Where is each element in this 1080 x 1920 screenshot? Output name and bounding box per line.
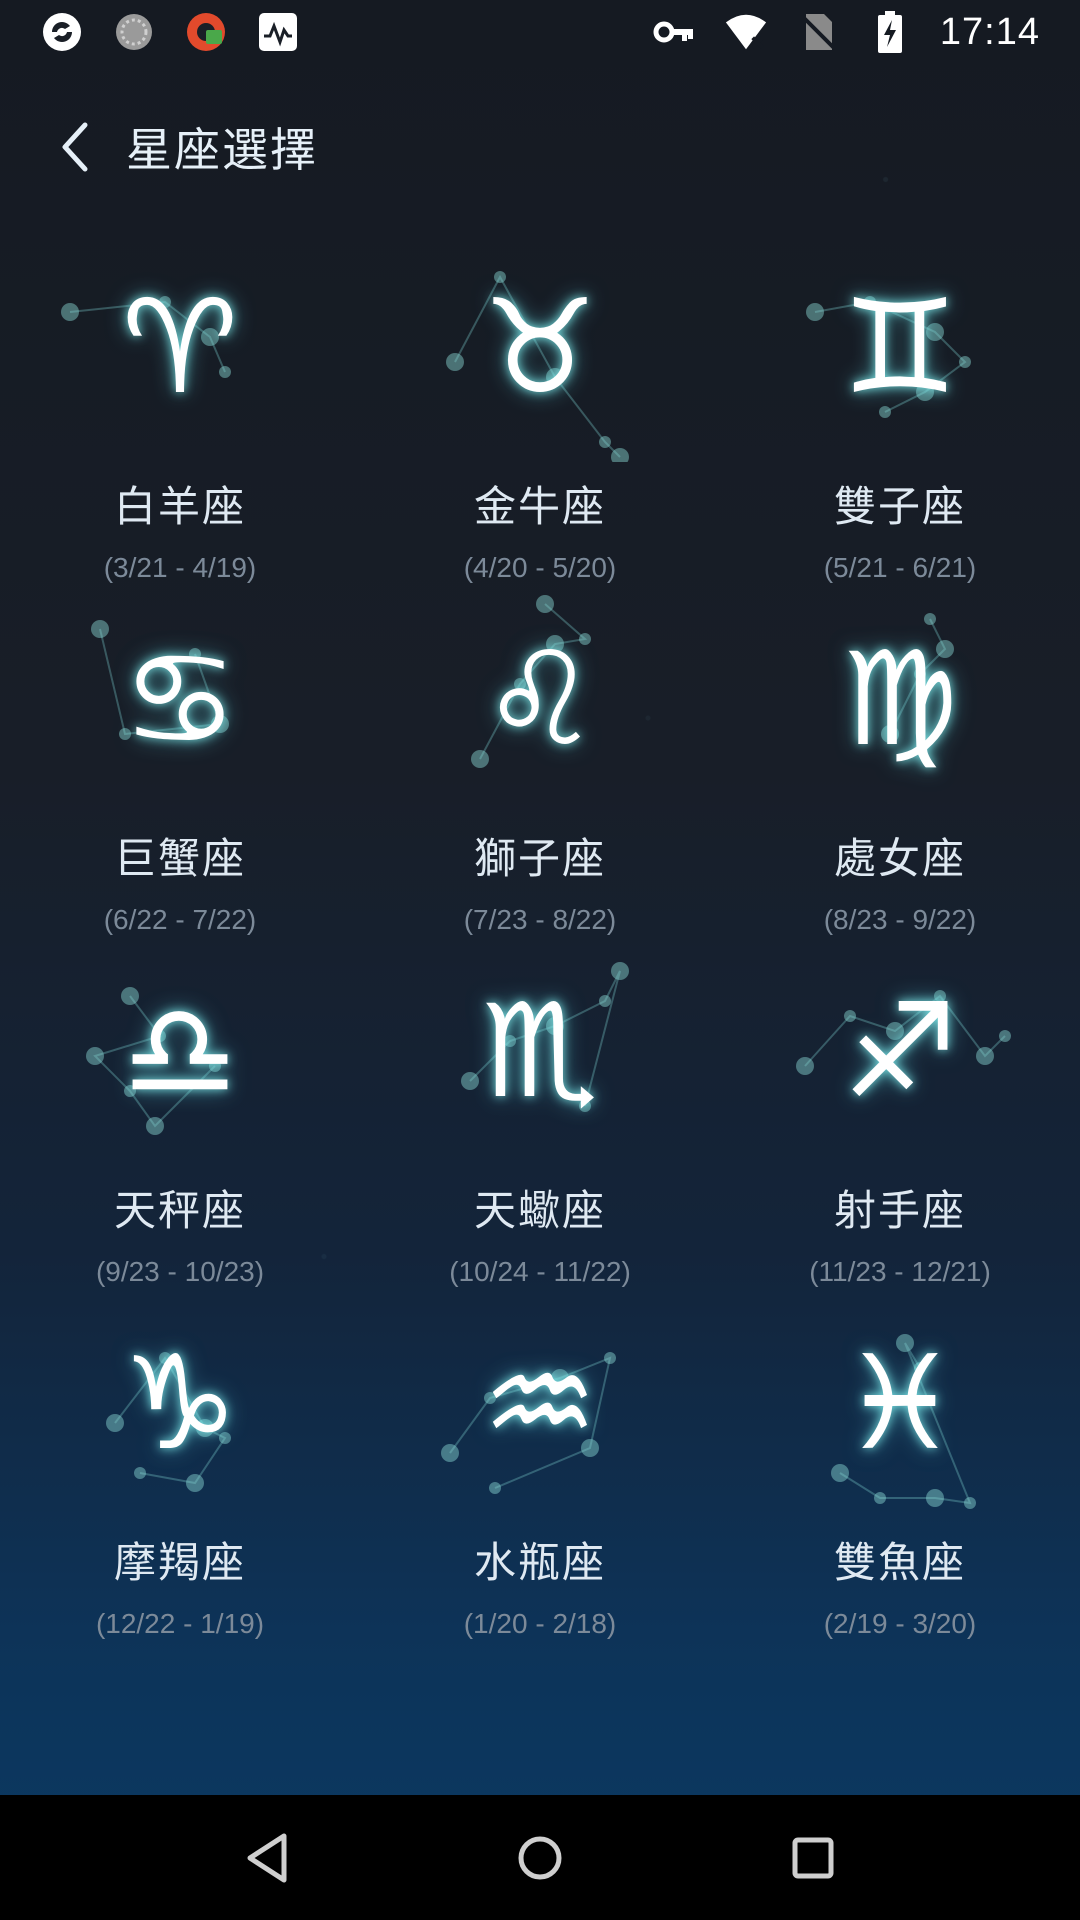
zodiac-symbol-area: ♓ [720, 1288, 1080, 1511]
zodiac-symbol-area: ♎ [0, 936, 360, 1159]
zodiac-date-range: (6/22 - 7/22) [103, 904, 257, 935]
zodiac-date-range: (5/21 - 6/21) [823, 552, 977, 583]
leo-symbol-icon: ♌ [481, 623, 599, 775]
zodiac-date-range: (1/20 - 2/18) [463, 1608, 617, 1639]
vpn-key-icon [652, 10, 696, 54]
zodiac-date-range: (4/20 - 5/20) [463, 552, 617, 583]
zodiac-name: 射手座 [833, 1186, 966, 1235]
zodiac-name: 天秤座 [113, 1186, 246, 1235]
zodiac-symbol-area: ♑ [0, 1288, 360, 1511]
zodiac-item-cancer[interactable]: ♋ 巨蟹座 (6/22 - 7/22) [0, 584, 360, 936]
zodiac-symbol-area: ♍ [720, 584, 1080, 807]
zodiac-item-virgo[interactable]: ♍ 處女座 (8/23 - 9/22) [720, 584, 1080, 936]
zodiac-item-scorpio[interactable]: ♏ 天蠍座 (10/24 - 11/22) [360, 936, 720, 1288]
sagittarius-symbol-icon: ♐ [841, 975, 959, 1127]
zodiac-name: 白羊座 [113, 482, 246, 531]
zodiac-date-range: (7/23 - 8/22) [463, 904, 617, 935]
zodiac-item-aquarius[interactable]: ♒ 水瓶座 (1/20 - 2/18) [360, 1288, 720, 1640]
vpn-app-notification-icon [184, 10, 228, 54]
zodiac-date-range: (10/24 - 11/22) [449, 1256, 631, 1287]
libra-symbol-icon: ♎ [121, 975, 239, 1127]
zodiac-grid: ♈ 白羊座 (3/21 - 4/19) ♉ 金牛座 (4/20 - 5/20) ♊ 雙子座 (5… [0, 232, 1080, 1640]
app-header: 星座選擇 [0, 92, 1080, 202]
virgo-symbol-icon: ♍ [841, 623, 959, 775]
zodiac-name: 處女座 [833, 834, 966, 883]
no-sim-icon [796, 10, 840, 54]
status-time: 17:14 [939, 10, 1040, 53]
zodiac-date-range: (12/22 - 1/19) [95, 1608, 265, 1639]
zodiac-name: 巨蟹座 [113, 834, 246, 883]
zodiac-name: 天蠍座 [473, 1186, 606, 1235]
loading-notification-icon [112, 10, 156, 54]
zodiac-date-range: (11/23 - 12/21) [809, 1256, 991, 1287]
page-title: 星座選擇 [126, 123, 318, 177]
pisces-symbol-icon: ♓ [841, 1327, 959, 1479]
zodiac-name: 雙魚座 [833, 1538, 966, 1587]
zodiac-name: 金牛座 [473, 482, 606, 531]
back-triangle-icon [247, 1833, 287, 1882]
status-notification-icons [40, 10, 300, 54]
zodiac-item-gemini[interactable]: ♊ 雙子座 (5/21 - 6/21) [720, 232, 1080, 584]
nav-recents-button[interactable] [773, 1818, 853, 1898]
zodiac-item-sagittarius[interactable]: ♐ 射手座 (11/23 - 12/21) [720, 936, 1080, 1288]
capricorn-symbol-icon: ♑ [121, 1327, 239, 1479]
zodiac-symbol-area: ♋ [0, 584, 360, 807]
zodiac-item-capricorn[interactable]: ♑ 摩羯座 (12/22 - 1/19) [0, 1288, 360, 1640]
aries-symbol-icon: ♈ [121, 271, 239, 423]
zodiac-symbol-area: ♈ [0, 232, 360, 455]
scorpio-symbol-icon: ♏ [481, 975, 599, 1127]
zodiac-selection-screen: 17:14 星座選擇 ♈ 白羊座 (3/21 - 4/19) ♉ 金牛座 (4/20 - … [0, 0, 1080, 1920]
zodiac-name: 獅子座 [473, 834, 606, 883]
zodiac-date-range: (9/23 - 10/23) [95, 1256, 265, 1287]
zodiac-date-range: (2/19 - 3/20) [823, 1608, 977, 1639]
chevron-left-icon [62, 122, 88, 172]
home-circle-icon [518, 1836, 562, 1879]
wifi-no-internet-icon [724, 10, 768, 54]
zodiac-date-range: (8/23 - 9/22) [823, 904, 977, 935]
zodiac-date-range: (3/21 - 4/19) [103, 552, 257, 583]
activity-notification-icon [256, 10, 300, 54]
recents-square-icon [792, 1837, 834, 1878]
nav-back-button[interactable] [227, 1818, 307, 1898]
zodiac-item-leo[interactable]: ♌ 獅子座 (7/23 - 8/22) [360, 584, 720, 936]
cancer-symbol-icon: ♋ [121, 623, 239, 775]
status-bar: 17:14 [0, 0, 1080, 64]
zodiac-item-libra[interactable]: ♎ 天秤座 (9/23 - 10/23) [0, 936, 360, 1288]
zodiac-symbol-area: ♊ [720, 232, 1080, 455]
status-system-icons: 17:14 [652, 10, 1040, 54]
aquarius-symbol-icon: ♒ [481, 1327, 599, 1479]
zodiac-item-aries[interactable]: ♈ 白羊座 (3/21 - 4/19) [0, 232, 360, 584]
zodiac-symbol-area: ♉ [360, 232, 720, 462]
zodiac-symbol-area: ♏ [360, 936, 720, 1159]
zodiac-item-pisces[interactable]: ♓ 雙魚座 (2/19 - 3/20) [720, 1288, 1080, 1640]
zodiac-symbol-area: ♐ [720, 936, 1080, 1159]
back-button[interactable] [30, 92, 120, 202]
gemini-symbol-icon: ♊ [841, 271, 959, 423]
zodiac-name: 摩羯座 [113, 1538, 246, 1587]
zodiac-item-taurus[interactable]: ♉ 金牛座 (4/20 - 5/20) [360, 232, 720, 584]
app-notification-icon [40, 10, 84, 54]
zodiac-name: 雙子座 [833, 482, 966, 531]
zodiac-symbol-area: ♒ [360, 1288, 720, 1511]
battery-charging-icon [868, 10, 912, 54]
taurus-symbol-icon: ♉ [481, 271, 599, 423]
navigation-bar [0, 1795, 1080, 1920]
zodiac-name: 水瓶座 [473, 1538, 606, 1587]
nav-home-button[interactable] [500, 1818, 580, 1898]
zodiac-symbol-area: ♌ [360, 584, 720, 807]
